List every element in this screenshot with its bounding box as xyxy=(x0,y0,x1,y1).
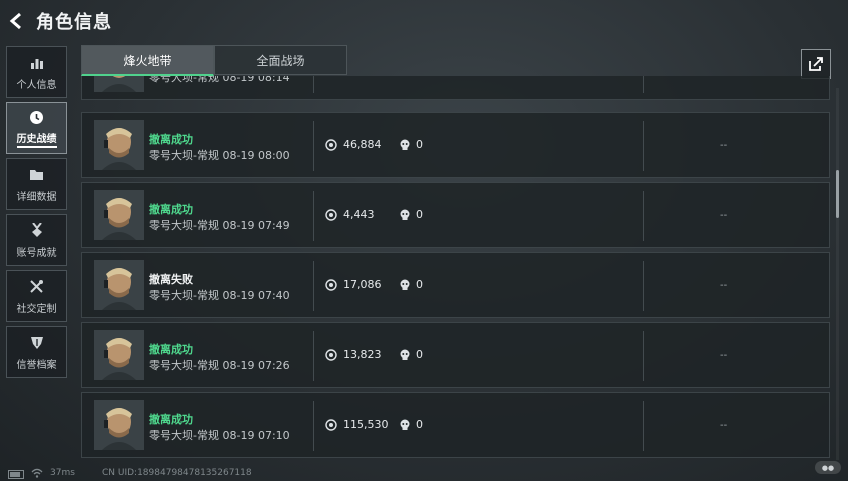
extraction-status: 撤离成功 xyxy=(149,133,193,146)
kill-count: 0 xyxy=(416,138,423,151)
match-map-time: 零号大坝-常规 08-19 07:49 xyxy=(149,219,290,232)
coin-icon xyxy=(325,209,337,221)
header: 角色信息 xyxy=(0,0,220,42)
loot-value: 4,443 xyxy=(343,208,375,221)
shield-icon xyxy=(28,334,46,352)
sidebar-item-detailed-data[interactable]: 详细数据 xyxy=(6,158,67,210)
coin-icon xyxy=(325,419,337,431)
match-row[interactable]: 撤离成功 零号大坝-常规 08-19 07:49 4,443 0 -- xyxy=(81,182,830,248)
operator-avatar-icon xyxy=(94,190,144,240)
operator-avatar-icon xyxy=(94,76,144,92)
operator-avatar-icon xyxy=(94,330,144,380)
match-map-time: 零号大坝-常规 08-19 08:00 xyxy=(149,149,290,162)
kill-count: 0 xyxy=(416,418,423,431)
kill-count: 0 xyxy=(416,348,423,361)
column-divider xyxy=(643,191,644,241)
column-divider xyxy=(643,401,644,451)
wifi-icon xyxy=(31,468,43,478)
folder-icon xyxy=(28,166,46,184)
column-divider xyxy=(643,76,644,93)
extra-info: -- xyxy=(720,420,728,431)
column-divider xyxy=(313,76,314,93)
skull-icon xyxy=(400,349,410,360)
operator-avatar-icon xyxy=(94,400,144,450)
match-row[interactable]: 撤离失败 零号大坝-常规 08-19 07:40 17,086 0 -- xyxy=(81,252,830,318)
column-divider xyxy=(313,401,314,451)
back-arrow-icon[interactable] xyxy=(6,10,28,32)
tools-icon xyxy=(28,278,46,296)
page-title: 角色信息 xyxy=(36,12,112,33)
match-map-time: 零号大坝-常规 08-19 07:10 xyxy=(149,429,290,442)
medal-icon xyxy=(28,222,46,240)
user-uid: CN UID:18984798478135267118 xyxy=(102,468,252,478)
column-divider xyxy=(313,121,314,171)
sidebar-item-achievements[interactable]: 账号成就 xyxy=(6,214,67,266)
coin-icon xyxy=(325,139,337,151)
sidebar-item-personal-info[interactable]: 个人信息 xyxy=(6,46,67,98)
clock-icon xyxy=(28,108,46,126)
extraction-status: 撤离成功 xyxy=(149,203,193,216)
sidebar-item-label: 个人信息 xyxy=(16,79,57,91)
skull-icon xyxy=(400,139,410,150)
kill-count: 0 xyxy=(416,208,423,221)
share-button[interactable] xyxy=(801,49,831,79)
extraction-status: 撤离成功 xyxy=(149,413,193,426)
scrollbar-thumb[interactable] xyxy=(836,170,839,218)
kill-count: 0 xyxy=(416,278,423,291)
operator-avatar-icon xyxy=(94,260,144,310)
skull-icon xyxy=(400,209,410,220)
loot-value: 115,530 xyxy=(343,418,389,431)
loot-value: 46,884 xyxy=(343,138,382,151)
tab-blazing-zone[interactable]: 烽火地带 xyxy=(81,45,214,76)
column-divider xyxy=(643,331,644,381)
extra-info: -- xyxy=(720,140,728,151)
sidebar-item-reputation[interactable]: 信誉档案 xyxy=(6,326,67,378)
column-divider xyxy=(313,261,314,311)
loot-value: 17,086 xyxy=(343,278,382,291)
sidebar-item-label: 详细数据 xyxy=(16,191,57,203)
sidebar-item-label: 信誉档案 xyxy=(16,359,57,371)
match-row[interactable]: 撤离成功 零号大坝-常规 08-19 07:26 13,823 0 -- xyxy=(81,322,830,388)
sidebar-item-label: 账号成就 xyxy=(16,247,57,259)
match-row[interactable]: 撤离成功 零号大坝-常规 08-19 08:00 46,884 0 -- xyxy=(81,112,830,178)
scrollbar-track[interactable] xyxy=(836,88,839,460)
battery-icon xyxy=(8,470,24,479)
match-history-list[interactable]: 零号大坝-常规 08-19 08:14 撤离成功 零号大坝-常规 08-19 0… xyxy=(81,76,830,462)
extraction-status: 撤离成功 xyxy=(149,343,193,356)
match-row-partial[interactable]: 零号大坝-常规 08-19 08:14 xyxy=(81,76,830,100)
sidebar-item-label: 社交定制 xyxy=(16,303,57,315)
operator-avatar-icon xyxy=(94,120,144,170)
column-divider xyxy=(313,331,314,381)
ping-value: 37ms xyxy=(50,468,75,478)
sidebar-item-label: 历史战绩 xyxy=(16,130,57,148)
sidebar: 个人信息 历史战绩 详细数据 账号成就 社交定制 信誉档案 xyxy=(6,46,67,382)
share-icon xyxy=(809,57,823,71)
coin-icon xyxy=(325,349,337,361)
extra-info: -- xyxy=(720,350,728,361)
extraction-status: 撤离失败 xyxy=(149,273,193,286)
extra-info: -- xyxy=(720,210,728,221)
sidebar-item-social-custom[interactable]: 社交定制 xyxy=(6,270,67,322)
extra-info: -- xyxy=(720,280,728,291)
coin-icon xyxy=(325,279,337,291)
mode-tabs: 烽火地带 全面战场 xyxy=(81,45,347,76)
column-divider xyxy=(643,121,644,171)
skull-icon xyxy=(400,279,410,290)
column-divider xyxy=(313,191,314,241)
status-bar: 37ms CN UID:18984798478135267118 xyxy=(0,466,848,481)
match-map-time: 零号大坝-常规 08-19 07:26 xyxy=(149,359,290,372)
tab-full-battlefield[interactable]: 全面战场 xyxy=(214,45,347,75)
skull-icon xyxy=(400,419,410,430)
column-divider xyxy=(643,261,644,311)
overlay-badge-icon: ●● xyxy=(815,461,841,474)
bar-chart-icon xyxy=(28,54,46,72)
match-map-time: 零号大坝-常规 08-19 08:14 xyxy=(149,76,290,84)
loot-value: 13,823 xyxy=(343,348,382,361)
match-row[interactable]: 撤离成功 零号大坝-常规 08-19 07:10 115,530 0 -- xyxy=(81,392,830,458)
sidebar-item-match-history[interactable]: 历史战绩 xyxy=(6,102,67,154)
match-map-time: 零号大坝-常规 08-19 07:40 xyxy=(149,289,290,302)
